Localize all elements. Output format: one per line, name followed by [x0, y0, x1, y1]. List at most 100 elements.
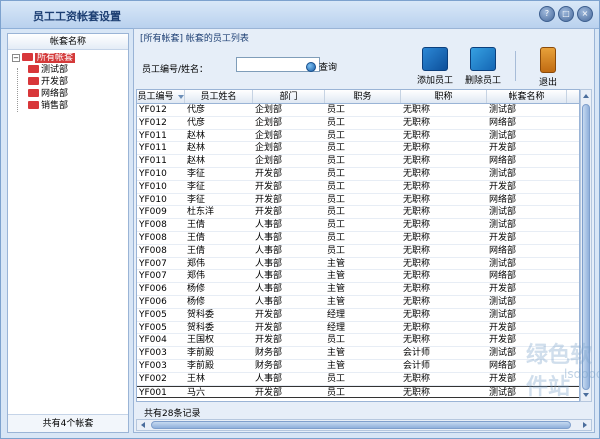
horizontal-scrollbar[interactable]	[136, 419, 592, 431]
table-cell: 无职称	[403, 117, 431, 128]
tree-root-all[interactable]: − 所有帐套	[8, 52, 128, 64]
table-row[interactable]: YF010 李征 开发部 员工 无职称 开发部	[137, 181, 579, 194]
tree-item-network[interactable]: 网络部	[8, 88, 128, 100]
table-cell: 员工	[327, 156, 346, 167]
table-cell: 开发部	[255, 181, 283, 192]
table-cell: 代彦	[187, 117, 206, 128]
add-employee-button[interactable]: 添加员工	[412, 47, 458, 86]
table-cell: 网络部	[489, 117, 517, 128]
table-cell: 员工	[327, 245, 346, 256]
table-cell: 开发部	[489, 143, 517, 154]
table-cell: 开发部	[489, 232, 517, 243]
table-row[interactable]: YF001 马六 开发部 员工 无职称 测试部	[137, 385, 579, 399]
table-cell: YF008	[139, 245, 167, 256]
add-user-icon	[422, 47, 448, 71]
column-header[interactable]: 职称	[401, 90, 487, 103]
table-cell: 人事部	[255, 245, 283, 256]
table-row[interactable]: YF008 王倩 人事部 员工 无职称 网络部	[137, 245, 579, 258]
table-row[interactable]: YF009 杜东洋 开发部 员工 无职称 测试部	[137, 206, 579, 220]
close-button[interactable]: ×	[577, 6, 593, 22]
arrow-left-icon[interactable]	[141, 422, 145, 428]
tree-root-label: 所有帐套	[35, 53, 76, 63]
account-tree: − 所有帐套 测试部 开发部 网络部 销售部	[8, 50, 128, 112]
table-cell: 王林	[187, 373, 206, 384]
table-cell: 员工	[327, 232, 346, 243]
table-row[interactable]: YF011 赵林 企划部 员工 无职称 测试部	[137, 130, 579, 143]
table-row[interactable]: YF005 贺科委 开发部 经理 无职称 测试部	[137, 309, 579, 322]
column-header[interactable]: 职务	[325, 90, 401, 103]
account-count: 共有4个帐套	[8, 414, 128, 432]
table-cell: 无职称	[403, 245, 431, 256]
table-row[interactable]: YF010 李征 开发部 员工 无职称 测试部	[137, 168, 579, 181]
horizontal-scroll-thumb[interactable]	[151, 421, 571, 429]
table-cell: YF012	[139, 105, 167, 115]
table-row[interactable]: YF007 郑伟 人事部 主管 无职称 测试部	[137, 258, 579, 271]
folder-icon	[28, 64, 39, 73]
table-row[interactable]: YF011 赵林 企划部 员工 无职称 开发部	[137, 142, 579, 156]
table-row[interactable]: YF008 王倩 人事部 员工 无职称 测试部	[137, 219, 579, 232]
table-cell: 员工	[327, 105, 346, 115]
table-cell: 主管	[327, 271, 346, 282]
column-header[interactable]: 帐套名称	[487, 90, 567, 103]
table-cell: 无职称	[403, 296, 431, 307]
table-cell: 无职称	[403, 194, 431, 205]
tree-item-sales[interactable]: 销售部	[8, 100, 128, 112]
maximize-button[interactable]: □	[558, 6, 574, 22]
table-cell: 开发部	[255, 322, 283, 333]
table-cell: 开发部	[255, 194, 283, 205]
table-cell: 无职称	[403, 322, 431, 333]
table-cell: 杜东洋	[187, 207, 215, 218]
table-cell: YF010	[139, 181, 167, 192]
table-row[interactable]: YF011 赵林 企划部 员工 无职称 网络部	[137, 155, 579, 168]
table-row[interactable]: YF002 王林 人事部 员工 无职称 开发部	[137, 373, 579, 386]
app-window: 员工工资帐套设置 ? □ × 帐套名称 − 所有帐套 测试部 开发部 网络部 销售…	[0, 0, 600, 439]
watermark-url: lsdooo.com	[564, 367, 600, 381]
table-cell: 李征	[187, 194, 206, 205]
table-cell: 人事部	[255, 284, 283, 295]
table-cell: YF010	[139, 168, 167, 179]
collapse-icon[interactable]: −	[12, 53, 20, 62]
table-cell: 无职称	[403, 335, 431, 346]
table-cell: YF011	[139, 156, 167, 167]
table-cell: 代彦	[187, 105, 206, 115]
table-row[interactable]: YF003 李前殿 财务部 主管 会计师 网络部	[137, 360, 579, 373]
table-cell: 无职称	[403, 143, 431, 154]
tree-item-test[interactable]: 测试部	[8, 64, 128, 76]
tree-item-dev[interactable]: 开发部	[8, 76, 128, 88]
query-button[interactable]: 查询	[306, 60, 337, 73]
table-cell: 无职称	[403, 309, 431, 320]
table-cell: 贺科委	[187, 309, 215, 320]
folder-icon	[28, 100, 39, 109]
arrow-right-icon[interactable]	[583, 422, 587, 428]
column-header[interactable]: 员工编号	[137, 90, 185, 103]
table-row[interactable]: YF005 贺科委 开发部 经理 无职称 开发部	[137, 322, 579, 335]
account-tree-panel: 帐套名称 − 所有帐套 测试部 开发部 网络部 销售部 共有4个帐套	[7, 33, 129, 433]
table-cell: 无职称	[403, 373, 431, 384]
table-cell: 赵林	[187, 156, 206, 167]
table-row[interactable]: YF006 杨修 人事部 主管 无职称 测试部	[137, 296, 579, 309]
table-row[interactable]: YF004 王国权 开发部 员工 无职称 开发部	[137, 334, 579, 348]
help-button[interactable]: ?	[539, 6, 555, 22]
table-row[interactable]: YF012 代彦 企划部 员工 无职称 测试部	[137, 104, 579, 117]
table-row[interactable]: YF003 李前殿 财务部 主管 会计师 测试部	[137, 347, 579, 360]
column-header[interactable]: 部门	[253, 90, 325, 103]
table-cell: 测试部	[489, 105, 517, 115]
table-row[interactable]: YF006 杨修 人事部 主管 无职称 开发部	[137, 283, 579, 296]
table-row[interactable]: YF008 王倩 人事部 员工 无职称 开发部	[137, 232, 579, 245]
exit-button[interactable]: 退出	[525, 47, 571, 88]
table-cell: 企划部	[255, 143, 283, 154]
table-cell: 李征	[187, 181, 206, 192]
employee-table: 员工编号 员工姓名 部门 职务 职称 帐套名称 YF012 代彦 企划部 员工 无职称测…	[136, 89, 580, 402]
table-cell: 测试部	[489, 220, 517, 231]
table-cell: 开发部	[489, 284, 517, 295]
delete-employee-button[interactable]: 删除员工	[460, 47, 506, 86]
table-cell: 网络部	[489, 194, 517, 205]
table-row[interactable]: YF012 代彦 企划部 员工 无职称 网络部	[137, 117, 579, 130]
table-row[interactable]: YF007 郑伟 人事部 主管 无职称 网络部	[137, 270, 579, 284]
arrow-up-icon[interactable]	[583, 94, 589, 98]
table-cell: 人事部	[255, 258, 283, 269]
table-cell: 财务部	[255, 348, 283, 359]
table-row[interactable]: YF010 李征 开发部 员工 无职称 网络部	[137, 194, 579, 207]
column-header[interactable]: 员工姓名	[185, 90, 253, 103]
table-cell: 郑伟	[187, 271, 206, 282]
